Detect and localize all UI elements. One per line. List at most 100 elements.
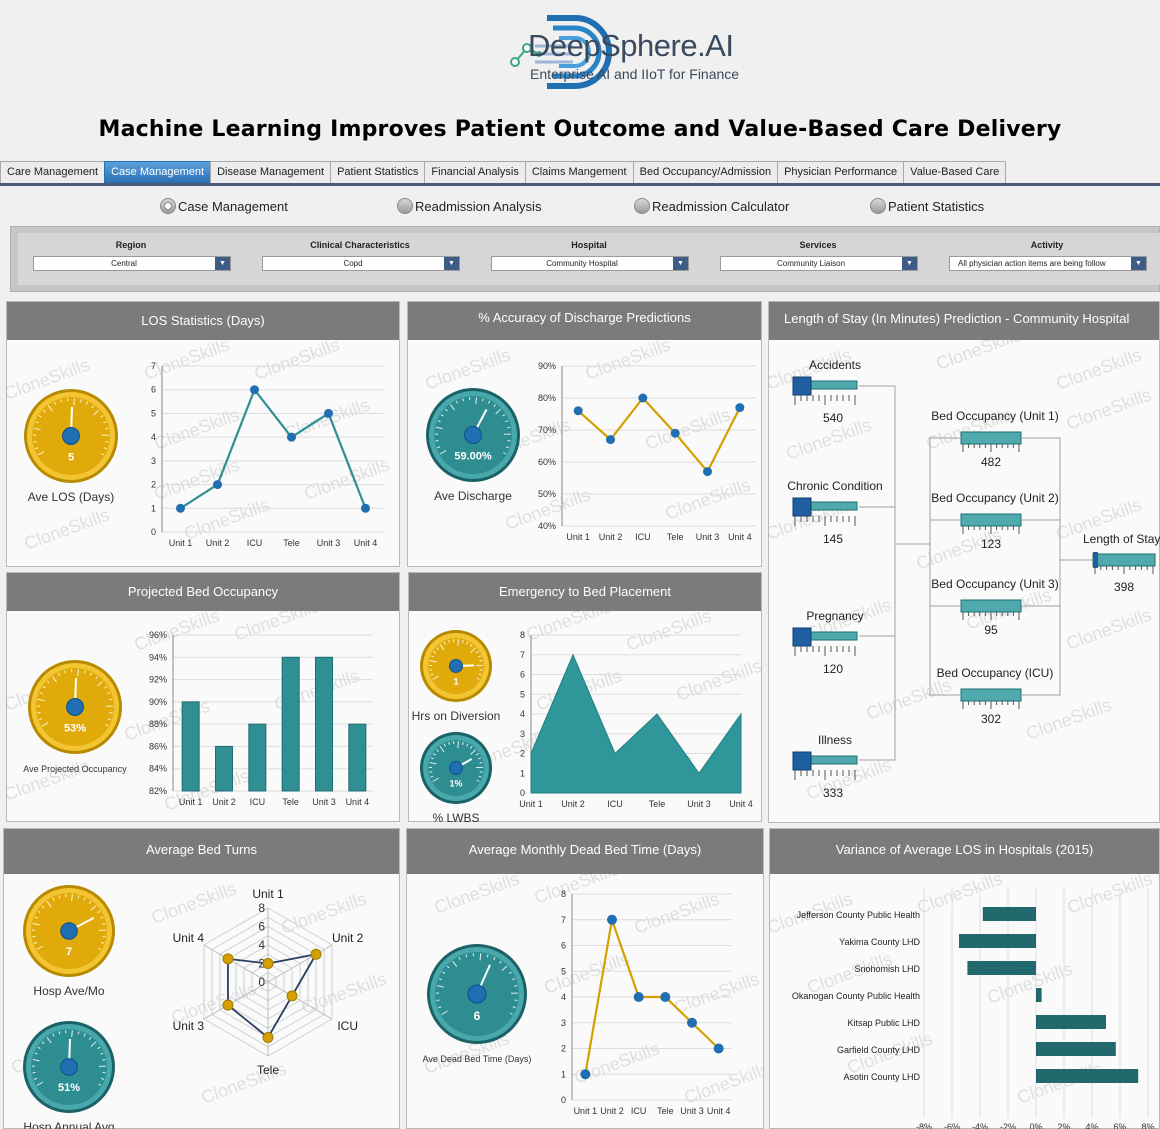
watermark-text: CloneSkills [934, 340, 1025, 374]
tab-case-management[interactable]: Case Management [104, 161, 212, 183]
tab-value-based-care[interactable]: Value-Based Care [903, 161, 1007, 183]
chevron-down-icon[interactable]: ▼ [902, 257, 917, 270]
watermark-text: CloneSkills [152, 405, 243, 454]
los-point [213, 480, 222, 490]
radio-case-management-label: Case Management [178, 198, 288, 214]
gauge-tick [105, 427, 109, 430]
projected-xtick: ICU [250, 797, 266, 807]
watermark-text: CloneSkills [624, 611, 715, 655]
gauge-label: Hosp Ave/Mo [33, 984, 104, 998]
radio-readmission-calculator-button[interactable] [634, 198, 650, 214]
gauge-tick [102, 922, 106, 925]
watermark-text: CloneSkills [252, 340, 343, 384]
accuracy-point [735, 403, 745, 413]
gauge-hosp-ave-mo: 7 [23, 885, 115, 977]
projected-panel: Projected Bed Occupancy CloneSkills Clone… [6, 572, 400, 822]
filter-clinical-characteristics-value: Copd [343, 259, 363, 268]
chevron-down-icon[interactable]: ▼ [444, 257, 459, 270]
tab-claims-mangement[interactable]: Claims Mangement [524, 161, 634, 183]
radio-patient-statistics[interactable]: Patient Statistics [870, 198, 984, 214]
radar-axis-label: Unit 4 [173, 931, 205, 945]
watermark-text: CloneSkills [583, 340, 674, 384]
variance-xtick: 6% [1113, 1122, 1126, 1129]
middle-bar [960, 599, 1022, 613]
page-title: Machine Learning Improves Patient Outcom… [98, 117, 1062, 142]
tab-physician-performance[interactable]: Physician Performance [777, 161, 905, 183]
dead-bed-xtick: ICU [631, 1106, 647, 1116]
gauge-hosp-annual-avg: 51% [23, 1021, 115, 1113]
watermark-text: CloneSkills [1024, 695, 1115, 744]
dead-bed-point [660, 992, 671, 1002]
gauge-tick [479, 762, 483, 764]
gauge-tick [457, 639, 459, 647]
chevron-down-icon[interactable]: ▼ [1131, 257, 1146, 270]
radar-axis-label: Unit 3 [173, 1019, 205, 1033]
radio-readmission-analysis-button[interactable] [397, 198, 413, 214]
projected-ytick: 92% [149, 675, 167, 685]
watermark-text: CloneSkills [864, 675, 955, 724]
watermark-text: CloneSkills [7, 756, 92, 805]
variance-category-label: Snohomish LHD [854, 964, 920, 974]
radar-point [222, 999, 234, 1011]
filter-region-select[interactable]: Central ▼ [33, 256, 231, 271]
gauge-tick [71, 894, 73, 902]
tab-financial-analysis[interactable]: Financial Analysis [424, 161, 526, 183]
sensor-thumb [792, 627, 812, 647]
radar-rtick: 6 [258, 920, 265, 934]
tab-care-management[interactable]: Care Management [0, 161, 106, 183]
variance-bar [967, 961, 1036, 975]
projected-ytick: 88% [149, 719, 167, 729]
filter-hospital-select[interactable]: Community Hospital ▼ [491, 256, 689, 271]
dead-bed-ytick: 6 [561, 941, 566, 951]
radio-readmission-calculator-label: Readmission Calculator [652, 198, 790, 214]
input-label: Chronic Condition [787, 479, 882, 493]
chevron-down-icon[interactable]: ▼ [215, 257, 230, 270]
radar-point [262, 958, 274, 969]
tab-patient-statistics[interactable]: Patient Statistics [330, 161, 426, 183]
gauge-ave-discharge: 59.00% [426, 388, 520, 482]
radar-point [286, 990, 298, 1002]
watermark-text: CloneSkills [663, 475, 754, 524]
radio-readmission-analysis[interactable]: Readmission Analysis [397, 198, 541, 214]
los-point [324, 408, 333, 418]
bed-turns-panel-title: Average Bed Turns [4, 829, 399, 874]
radio-case-management-button[interactable] [160, 198, 176, 214]
projected-bar [315, 656, 333, 792]
filter-services-select[interactable]: Community Liaison ▼ [720, 256, 918, 271]
los-panel-title: LOS Statistics (Days) [7, 302, 399, 340]
filter-activity-select[interactable]: All physician action items are being fol… [949, 256, 1147, 271]
input-sensor [792, 376, 858, 405]
emergency-ytick: 4 [520, 709, 525, 719]
accuracy-point [670, 428, 680, 438]
variance-xtick: -6% [944, 1122, 960, 1129]
variance-bar [1036, 988, 1042, 1002]
radio-patient-statistics-button[interactable] [870, 198, 886, 214]
tab-disease-management[interactable]: Disease Management [210, 161, 332, 183]
filter-region-label: Region [115, 240, 147, 250]
variance-bar [1036, 1042, 1116, 1056]
input-value: 540 [823, 411, 843, 425]
projected-bar [281, 656, 300, 792]
gauge-lwbs: 1% [420, 732, 492, 804]
radio-readmission-calculator[interactable]: Readmission Calculator [634, 198, 789, 214]
filter-activity-label: Activity [1030, 240, 1064, 250]
tab-bed-occupancy-admission[interactable]: Bed Occupancy/Admission [632, 161, 779, 183]
gauge-label: Ave LOS (Days) [28, 490, 114, 504]
middle-value: 482 [981, 455, 1001, 469]
los-prediction-panel-title: Length of Stay (In Minutes) Prediction -… [769, 302, 1159, 340]
filter-services-value: Community Liaison [776, 259, 846, 268]
projected-ytick: 96% [149, 630, 167, 640]
variance-panel-title: Variance of Average LOS in Hospitals (20… [770, 829, 1159, 874]
chevron-down-icon[interactable]: ▼ [673, 257, 688, 270]
radio-case-management[interactable]: Case Management [160, 198, 288, 214]
dead-bed-ytick: 5 [561, 966, 566, 976]
gauge-value: 1 [453, 677, 458, 687]
gauge-tick [77, 669, 79, 677]
watermark-text: CloneSkills [22, 505, 113, 554]
accuracy-chart: CloneSkills CloneSkillsCloneSkills CloneSk… [423, 340, 756, 542]
filter-clinical-characteristics-select[interactable]: Copd ▼ [262, 256, 460, 271]
accuracy-ytick: 70% [538, 425, 556, 435]
watermark-text: CloneSkills [423, 345, 514, 394]
accuracy-panel-title: % Accuracy of Discharge Predictions [408, 302, 761, 340]
emergency-xtick: Unit 1 [519, 799, 543, 809]
